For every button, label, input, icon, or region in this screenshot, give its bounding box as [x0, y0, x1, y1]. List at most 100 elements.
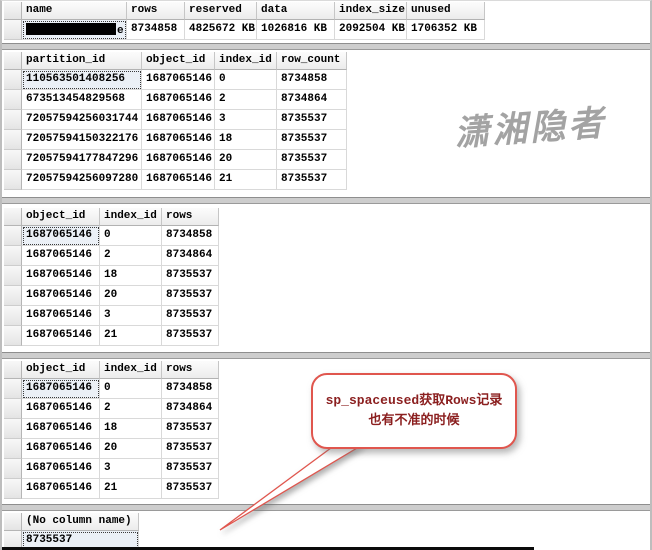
grid-cell[interactable]: 8734858 — [162, 226, 219, 246]
grid-corner-cell[interactable] — [4, 208, 22, 226]
grid-cell[interactable]: 1687065146 — [22, 479, 100, 499]
grid-cell[interactable]: 21 — [100, 326, 162, 346]
grid-cell[interactable]: 1687065146 — [142, 130, 215, 150]
grid-cell[interactable]: 1026816 KB — [257, 20, 335, 40]
grid-cell[interactable]: 1687065146 — [142, 150, 215, 170]
grid-cell[interactable]: 8735537 — [162, 419, 219, 439]
grid-cell[interactable]: 18 — [100, 419, 162, 439]
column-header[interactable]: (No column name) — [22, 513, 139, 531]
column-header[interactable]: partition_id — [22, 52, 142, 70]
column-header[interactable]: data — [257, 2, 335, 20]
grid-cell[interactable]: 8734864 — [277, 90, 347, 110]
grid-cell[interactable]: 1687065146 — [142, 90, 215, 110]
grid-cell[interactable]: 8735537 — [162, 286, 219, 306]
grid-cell[interactable]: 20 — [100, 439, 162, 459]
row-header[interactable] — [4, 130, 22, 150]
grid-cell[interactable]: 8735537 — [162, 266, 219, 286]
grid-cell[interactable]: 2 — [215, 90, 277, 110]
grid-cell[interactable]: 8735537 — [277, 110, 347, 130]
row-header[interactable] — [4, 90, 22, 110]
grid-cell[interactable]: 1687065146 — [22, 439, 100, 459]
grid-cell[interactable]: 1687065146 — [22, 379, 100, 399]
grid-cell[interactable]: 0 — [100, 226, 162, 246]
grid-cell[interactable]: 0 — [215, 70, 277, 90]
grid-cell[interactable]: 8735537 — [277, 130, 347, 150]
grid-splitter[interactable] — [2, 504, 650, 511]
grid-cell[interactable]: 72057594177847296 — [22, 150, 142, 170]
grid-cell[interactable]: 18 — [215, 130, 277, 150]
grid-cell[interactable]: 21 — [215, 170, 277, 190]
grid-cell[interactable]: 3 — [100, 306, 162, 326]
row-header[interactable] — [4, 150, 22, 170]
grid-cell[interactable]: 1687065146 — [22, 286, 100, 306]
grid-cell[interactable]: 8735537 — [162, 479, 219, 499]
grid-cell[interactable]: 8734858 — [277, 70, 347, 90]
column-header[interactable]: index_id — [100, 208, 162, 226]
grid-cell[interactable]: 8735537 — [162, 439, 219, 459]
row-header[interactable] — [4, 266, 22, 286]
column-header[interactable]: object_id — [22, 208, 100, 226]
grid-splitter[interactable] — [2, 43, 650, 50]
row-header[interactable] — [4, 459, 22, 479]
column-header[interactable]: index_size — [335, 2, 407, 20]
grid-cell[interactable]: 8735537 — [277, 170, 347, 190]
grid-cell[interactable]: 1687065146 — [22, 246, 100, 266]
column-header[interactable]: rows — [162, 361, 219, 379]
grid-cell[interactable]: 72057594256031744 — [22, 110, 142, 130]
row-header[interactable] — [4, 439, 22, 459]
grid-cell[interactable]: 1687065146 — [22, 266, 100, 286]
grid-cell[interactable]: 8735537 — [162, 326, 219, 346]
column-header[interactable]: index_id — [100, 361, 162, 379]
grid-cell[interactable]: 20 — [100, 286, 162, 306]
grid-corner-cell[interactable] — [4, 513, 22, 531]
grid-cell[interactable]: 0 — [100, 379, 162, 399]
grid-cell[interactable]: 18 — [100, 266, 162, 286]
column-header[interactable]: unused — [407, 2, 485, 20]
grid-cell[interactable]: 1687065146 — [22, 419, 100, 439]
grid-cell[interactable]: 110563501408256 — [22, 70, 142, 90]
grid-cell[interactable]: 1706352 KB — [407, 20, 485, 40]
grid-cell[interactable]: 8735537 — [162, 459, 219, 479]
column-header[interactable]: name — [22, 2, 127, 20]
column-header[interactable]: object_id — [142, 52, 215, 70]
grid-splitter[interactable] — [2, 352, 650, 359]
grid-cell[interactable]: 8734864 — [162, 246, 219, 266]
column-header[interactable]: reserved — [185, 2, 257, 20]
grid-cell[interactable]: 8734858 — [127, 20, 185, 40]
grid-cell[interactable]: 8735537 — [162, 306, 219, 326]
grid-cell[interactable]: 3 — [215, 110, 277, 130]
row-header[interactable] — [4, 286, 22, 306]
grid-cell[interactable]: 72057594256097280 — [22, 170, 142, 190]
column-header[interactable]: object_id — [22, 361, 100, 379]
grid-cell[interactable]: e — [22, 20, 127, 40]
row-header[interactable] — [4, 170, 22, 190]
grid-cell[interactable]: 1687065146 — [142, 70, 215, 90]
grid-splitter[interactable] — [2, 197, 650, 204]
grid-cell[interactable]: 3 — [100, 459, 162, 479]
grid-cell[interactable]: 673513454829568 — [22, 90, 142, 110]
grid-cell[interactable]: 72057594150322176 — [22, 130, 142, 150]
column-header[interactable]: rows — [162, 208, 219, 226]
row-header[interactable] — [4, 479, 22, 499]
grid-cell[interactable]: 1687065146 — [22, 459, 100, 479]
row-header[interactable] — [4, 379, 22, 399]
grid-cell[interactable]: 21 — [100, 479, 162, 499]
column-header[interactable]: row_count — [277, 52, 347, 70]
grid-cell[interactable]: 2092504 KB — [335, 20, 407, 40]
grid-cell[interactable]: 1687065146 — [142, 110, 215, 130]
grid-cell[interactable]: 20 — [215, 150, 277, 170]
column-header[interactable]: rows — [127, 2, 185, 20]
grid-cell[interactable]: 1687065146 — [22, 326, 100, 346]
grid-cell[interactable]: 1687065146 — [142, 170, 215, 190]
row-header[interactable] — [4, 226, 22, 246]
row-header[interactable] — [4, 326, 22, 346]
row-header[interactable] — [4, 70, 22, 90]
row-header[interactable] — [4, 399, 22, 419]
row-header[interactable] — [4, 110, 22, 130]
grid-corner-cell[interactable] — [4, 361, 22, 379]
grid-cell[interactable]: 8735537 — [277, 150, 347, 170]
grid-cell[interactable]: 8734864 — [162, 399, 219, 419]
column-header[interactable]: index_id — [215, 52, 277, 70]
row-header[interactable] — [4, 20, 22, 40]
grid-corner-cell[interactable] — [4, 52, 22, 70]
